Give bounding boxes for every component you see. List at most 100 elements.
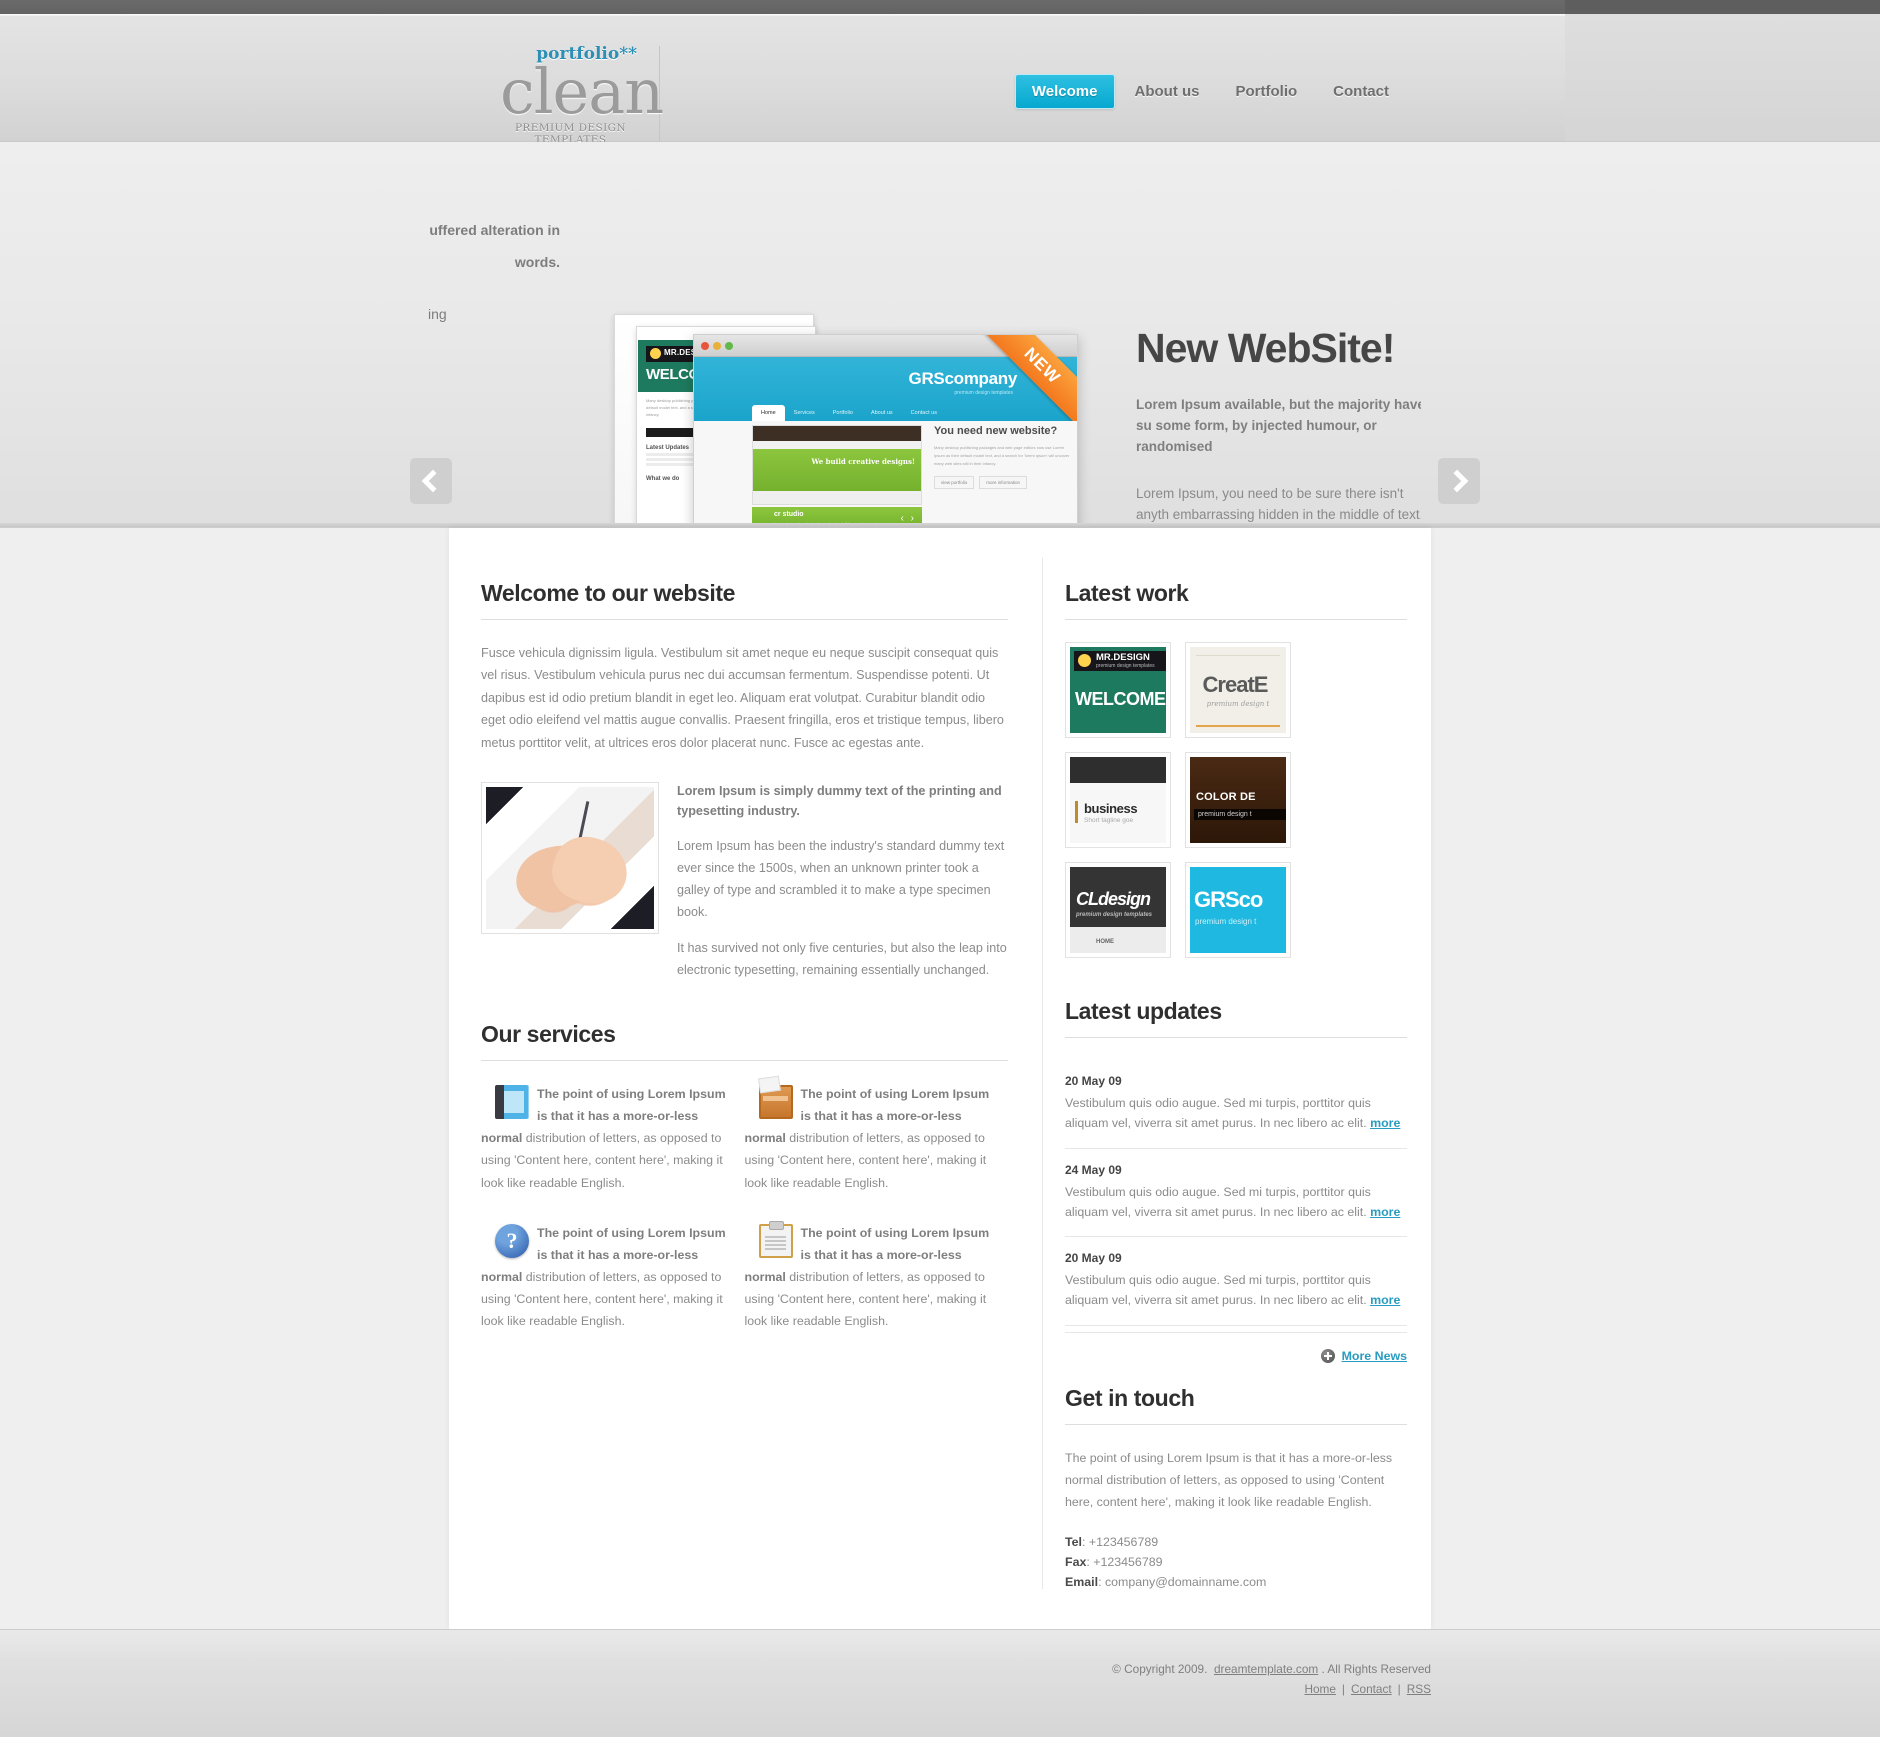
more-news-link[interactable]: More News (1342, 1349, 1407, 1363)
update-text: Vestibulum quis odio augue. Sed mi turpi… (1065, 1094, 1407, 1134)
nav-item-contact[interactable]: Contact (1317, 75, 1405, 108)
more-news-row[interactable]: More News (1065, 1332, 1407, 1367)
contact-rows: Tel: +123456789 Fax: +123456789 Email: c… (1065, 1535, 1407, 1589)
get-in-touch-heading: Get in touch (1065, 1385, 1407, 1426)
page-root: portfolio** clean PREMIUM DESIGN TEMPLAT… (0, 0, 1880, 1737)
mockup-stage: We build creative designs! cr studio Lor… (694, 421, 1077, 527)
update-body: Vestibulum quis odio augue. Sed mi turpi… (1065, 1096, 1371, 1130)
main-wrapper: Welcome to our website Fusce vehicula di… (0, 528, 1880, 1630)
mockup-inner-screenshot: We build creative designs! (752, 425, 922, 505)
inner-shot-nav (753, 441, 921, 449)
update-body: Vestibulum quis odio augue. Sed mi turpi… (1065, 1184, 1371, 1219)
slide-paragraph-1: Lorem Ipsum available, but the majority … (1136, 397, 1421, 454)
portfolio-thumb[interactable]: MR.DESIGN premium design templates WELCO… (1065, 642, 1171, 738)
mockup-nav-tabs: Home Services Portfolio About us Contact… (752, 405, 946, 421)
copyright-suffix: . All Rights Reserved (1321, 1662, 1432, 1677)
slider-next-arrow-button[interactable] (1438, 458, 1480, 504)
thumb-footer-bar (1070, 927, 1166, 953)
hero-slider[interactable]: uffered alteration in words. ing MR.DESI… (0, 142, 1880, 528)
copyright-prefix: © Copyright 2009. (1112, 1662, 1208, 1677)
main-navigation[interactable]: Welcome About us Portfolio Contact (1014, 74, 1405, 109)
media-block: Lorem Ipsum is simply dummy text of the … (481, 782, 1008, 981)
sidebar-column: Latest work MR.DESIGN premium design tem… (1043, 558, 1431, 1589)
contact-email-label: Email (1065, 1575, 1099, 1590)
mockup-tab-portfolio: Portfolio (832, 410, 853, 416)
site-logo[interactable]: portfolio** clean PREMIUM DESIGN TEMPLAT… (500, 46, 664, 147)
mockup-btn-more-info: more information (979, 476, 1028, 490)
thumb-inner: COLOR DE premium design t (1190, 757, 1286, 843)
header-right-panel (1565, 14, 1880, 141)
footer-link-contact[interactable]: Contact (1351, 1682, 1392, 1696)
thumb-inner: CreatE premium design t (1190, 647, 1286, 733)
footer-separator: | (1397, 1682, 1401, 1697)
service-item: The point of using Lorem Ipsum is that i… (481, 1222, 745, 1332)
nav-item-welcome[interactable]: Welcome (1014, 74, 1115, 109)
thumb-sub: premium design t (1195, 917, 1257, 926)
chevron-left-icon (421, 469, 445, 493)
close-dot-icon (701, 341, 709, 350)
update-item: 24 May 09 Vestibulum quis odio augue. Se… (1065, 1149, 1407, 1238)
prev-slide-line-1: uffered alteration in (429, 222, 560, 238)
thumb-extra: HOME (1096, 939, 1114, 945)
mockup-btn-view-portfolio: view portfolio (934, 476, 975, 490)
slider-prev-arrow-button[interactable] (410, 458, 452, 504)
lightbulb-icon (650, 348, 661, 359)
thumb-sub: premium design t (1194, 809, 1286, 820)
update-more-link[interactable]: more (1370, 1293, 1400, 1307)
update-more-link[interactable]: more (1370, 1116, 1400, 1130)
update-more-link[interactable]: more (1370, 1205, 1400, 1219)
contact-tel-row: Tel: +123456789 (1065, 1535, 1407, 1549)
portfolio-thumb[interactable]: business Short tagline goe (1065, 752, 1171, 848)
content-container: Welcome to our website Fusce vehicula di… (449, 528, 1431, 1630)
footer-brand-link[interactable]: dreamtemplate.com (1214, 1662, 1318, 1676)
contact-fax-row: Fax: +123456789 (1065, 1555, 1407, 1569)
thumb-botline (1196, 725, 1280, 727)
thumb-title: COLOR DE (1196, 791, 1256, 803)
thumb-sub: Short tagline goe (1084, 817, 1134, 824)
inner-shot-hero: We build creative designs! (753, 449, 921, 491)
thumb-inner: MR.DESIGN premium design templates WELCO… (1070, 647, 1166, 733)
latest-work-heading: Latest work (1065, 580, 1407, 620)
mockup-tab-services: Services (793, 410, 815, 416)
inner-shot-topbar (753, 426, 921, 441)
nav-item-portfolio[interactable]: Portfolio (1220, 75, 1314, 108)
thumb-sub: premium design templates (1096, 663, 1155, 669)
site-header: portfolio** clean PREMIUM DESIGN TEMPLAT… (0, 14, 1880, 147)
thumb-title: CreatE (1202, 672, 1269, 697)
thumb-accent (1075, 801, 1078, 823)
lightbulb-icon (1078, 654, 1091, 667)
mockup-brand-sub: premium design templates (954, 390, 1013, 396)
chevron-right-icon (1445, 469, 1469, 493)
thumb-title: CLdesign (1076, 889, 1151, 909)
media-lead: Lorem Ipsum is simply dummy text of the … (677, 784, 1002, 818)
portfolio-thumb[interactable]: CLdesign premium design templates HOME (1065, 862, 1171, 958)
footer-link-rss[interactable]: RSS (1407, 1682, 1431, 1696)
mockup-tab-home: Home (752, 405, 785, 421)
contact-tel-value: : +123456789 (1081, 1535, 1159, 1550)
mockup-brand: GRScompany (908, 369, 1018, 388)
thumb-extra: WELCOME (1075, 689, 1166, 709)
mockup-slide-arrows-icon: ‹ › (900, 513, 916, 524)
mockup-slide-title: cr studio (774, 511, 804, 518)
nav-item-about-us[interactable]: About us (1119, 75, 1216, 108)
portfolio-thumb[interactable]: GRSco premium design t (1185, 862, 1291, 958)
thumb-topline (1196, 655, 1280, 656)
get-in-touch-paragraph: The point of using Lorem Ipsum is that i… (1065, 1451, 1393, 1510)
mini-site-button (646, 428, 694, 438)
business-handshake-photo (481, 782, 659, 935)
mockup-hero-paragraph: Many desktop publishing packages and web… (934, 445, 1070, 467)
portfolio-thumb[interactable]: CreatE premium design t (1185, 642, 1291, 738)
slide-title: New WebSite! (1136, 328, 1395, 371)
portfolio-thumb[interactable]: COLOR DE premium design t (1185, 752, 1291, 848)
photo-image (486, 787, 654, 930)
contact-fax-label: Fax (1065, 1555, 1087, 1570)
media-paragraph-2: It has survived not only five centuries,… (677, 941, 1007, 978)
mockup-slide-sub: Lorem Ipsum is not simply random text. I… (774, 521, 883, 526)
services-heading: Our services (481, 1021, 1008, 1062)
welcome-paragraph: Fusce vehicula dignissim ligula. Vestibu… (481, 646, 1004, 750)
thumb-sub: premium design t (1206, 700, 1270, 708)
thumb-title: business (1084, 801, 1138, 816)
footer-link-home[interactable]: Home (1304, 1682, 1335, 1696)
mockup-hero-pane: You need new website? Many desktop publi… (934, 425, 1072, 490)
thumb-title: GRSco (1194, 887, 1263, 912)
